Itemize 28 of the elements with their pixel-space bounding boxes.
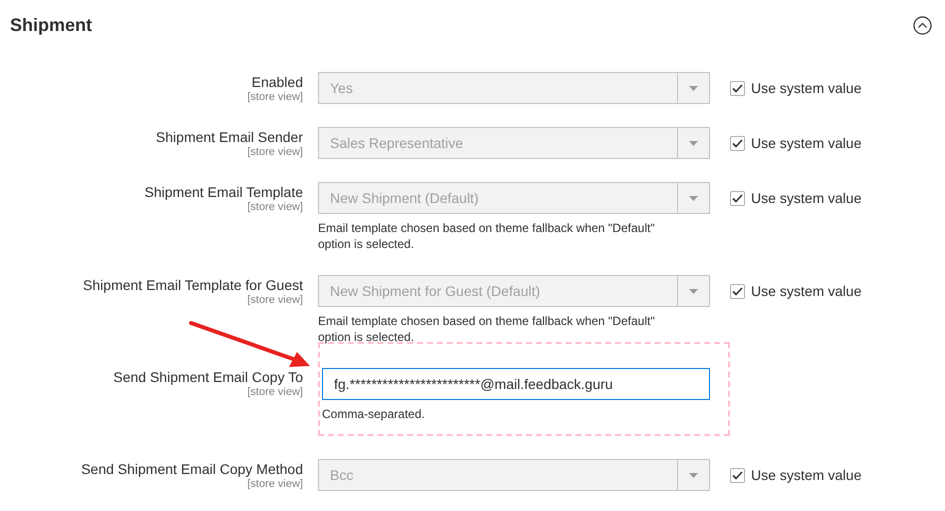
check-icon [732, 470, 743, 480]
field-label: Shipment Email Template for Guest [82, 276, 303, 294]
field-note: Comma-separated. [322, 406, 426, 422]
check-icon [732, 194, 743, 202]
field-note: Email template chosen based on theme fallback when "Default" option is selected. [318, 313, 656, 345]
scope-label: [store view] [246, 478, 303, 490]
field-label: Send Shipment Email Copy To [112, 368, 303, 386]
collapse-icon[interactable] [913, 16, 932, 35]
scope-label: [store view] [246, 201, 303, 213]
scope-label: [store view] [246, 91, 303, 103]
check-icon [732, 84, 743, 92]
caret-icon [689, 288, 698, 294]
check-icon [732, 138, 743, 148]
field-label: Shipment Email Template [144, 183, 303, 201]
field-label: Send Shipment Email Copy Method [80, 460, 303, 478]
field-note: Email template chosen based on theme fallback when "Default" option is selected. [318, 220, 656, 252]
section-title: Shipment [10, 14, 92, 37]
field-label: Shipment Email Sender [154, 128, 303, 146]
caret-icon [689, 86, 698, 90]
field-label: Enabled [250, 73, 303, 91]
check-icon [732, 286, 743, 296]
email-input-field[interactable]: fg.************************@mail.feedback.guru [322, 368, 710, 400]
caret-icon [689, 472, 698, 478]
scope-label: [store view] [246, 294, 303, 306]
caret-icon [689, 196, 698, 200]
scope-label: [store view] [246, 146, 303, 158]
caret-icon [689, 140, 698, 146]
scope-label: [store view] [246, 386, 303, 398]
